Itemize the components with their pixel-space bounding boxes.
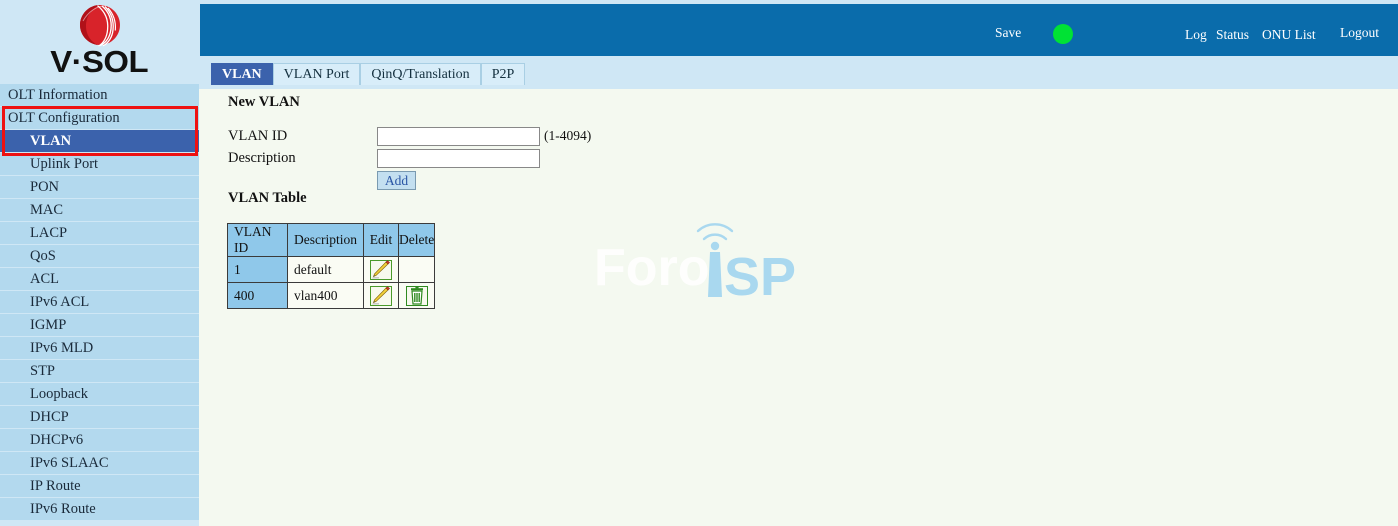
tab-bar: VLAN VLAN Port QinQ/Translation P2P <box>199 57 1398 89</box>
cell-vlan-id: 400 <box>227 282 288 309</box>
sidebar-item-label: Loopback <box>30 386 88 402</box>
svg-text:Foro: Foro <box>594 239 710 297</box>
pencil-edit-icon[interactable] <box>370 259 392 280</box>
cell-description: vlan400 <box>287 282 364 309</box>
sidebar-item-label: MAC <box>30 202 64 218</box>
sidebar-item-label: OLT Information <box>8 87 108 103</box>
cell-vlan-id: 1 <box>227 256 288 283</box>
sidebar-item-label: STP <box>30 363 55 379</box>
sidebar-item-olt-configuration[interactable]: OLT Configuration <box>0 107 199 129</box>
tab-label: P2P <box>491 67 515 82</box>
vlan-id-range-hint: (1-4094) <box>544 128 592 143</box>
tab-vlan-port[interactable]: VLAN Port <box>272 63 361 85</box>
description-label: Description <box>228 150 296 166</box>
tab-qinq-translation[interactable]: QinQ/Translation <box>360 63 481 85</box>
cell-edit-action[interactable] <box>363 282 399 309</box>
vlan-table: VLAN ID Description Edit Delete 1 default… <box>227 223 436 309</box>
tab-label: VLAN Port <box>283 67 350 82</box>
tab-label: QinQ/Translation <box>371 67 470 82</box>
sidebar-item-ipv6-slaac[interactable]: IPv6 SLAAC <box>0 452 199 474</box>
col-header-delete: Delete <box>397 223 436 257</box>
sidebar-item-lacp[interactable]: LACP <box>0 222 199 244</box>
vlan-id-label: VLAN ID <box>228 128 288 144</box>
sidebar-item-igmp[interactable]: IGMP <box>0 314 199 336</box>
brand-wordmark: V·SOL <box>50 44 149 79</box>
vsol-orb-icon <box>79 5 120 47</box>
header-bar: Save Log Status ONU List Logout <box>200 4 1398 56</box>
sidebar-item-label: QoS <box>30 248 56 264</box>
sidebar-item-uplink-port[interactable]: Uplink Port <box>0 153 199 175</box>
tab-vlan[interactable]: VLAN <box>211 63 273 85</box>
sidebar-item-dhcp[interactable]: DHCP <box>0 406 199 428</box>
svg-text:SP: SP <box>724 247 796 307</box>
sidebar-item-dhcpv6[interactable]: DHCPv6 <box>0 429 199 451</box>
description-input[interactable] <box>377 149 540 168</box>
sidebar-item-label: Uplink Port <box>30 156 99 172</box>
cell-edit-action[interactable] <box>363 256 399 283</box>
logout-link[interactable]: Logout <box>1340 25 1379 41</box>
sidebar-item-label: ACL <box>30 271 59 287</box>
brand-logo: V·SOL <box>0 0 199 84</box>
vlan-table-body: 1 default 400 vlan400 <box>227 256 436 309</box>
col-header-vlan-id: VLAN ID <box>227 223 288 257</box>
olt-web-ui: V·SOL OLT Information OLT Configuration VL… <box>0 0 1398 526</box>
vlan-table-head: VLAN ID Description Edit Delete <box>227 223 436 257</box>
main-content: Foro SP New VLAN VLAN ID (1-4094) Descri… <box>199 89 1398 526</box>
vlan-id-input[interactable] <box>377 127 540 146</box>
tab-label: VLAN <box>222 67 262 82</box>
sidebar-item-label: OLT Configuration <box>8 110 120 126</box>
log-link[interactable]: Log <box>1185 27 1207 43</box>
sidebar-item-mac[interactable]: MAC <box>0 199 199 221</box>
sidebar-item-ipv6-acl[interactable]: IPv6 ACL <box>0 291 199 313</box>
sidebar-item-pon[interactable]: PON <box>0 176 199 198</box>
sidebar-item-label: IPv6 MLD <box>30 340 94 356</box>
status-indicator-dot <box>1053 24 1073 44</box>
col-header-edit: Edit <box>363 223 399 257</box>
sidebar-item-acl[interactable]: ACL <box>0 268 199 290</box>
sidebar-item-ip-route[interactable]: IP Route <box>0 475 199 497</box>
pencil-edit-icon[interactable] <box>370 285 392 306</box>
table-row: 1 default <box>227 256 436 283</box>
new-vlan-heading: New VLAN <box>228 94 300 110</box>
col-header-description: Description <box>287 223 364 257</box>
sidebar-item-ipv6-route[interactable]: IPv6 Route <box>0 498 199 520</box>
sidebar-item-label: PON <box>30 179 60 195</box>
save-button[interactable]: Save <box>995 25 1021 41</box>
vlan-table-heading: VLAN Table <box>228 190 307 206</box>
sidebar-item-loopback[interactable]: Loopback <box>0 383 199 405</box>
sidebar-item-ipv6-mld[interactable]: IPv6 MLD <box>0 337 199 359</box>
sidebar-item-label: VLAN <box>30 133 72 149</box>
sidebar-item-label: IPv6 ACL <box>30 294 90 310</box>
sidebar-item-label: LACP <box>30 225 68 241</box>
cell-delete-action <box>397 256 436 283</box>
sidebar-item-olt-information[interactable]: OLT Information <box>0 84 199 106</box>
tab-p2p[interactable]: P2P <box>480 63 526 85</box>
sidebar-nav: OLT Information OLT Configuration VLAN Upli… <box>0 84 199 520</box>
sidebar-item-label: IGMP <box>30 317 67 333</box>
sidebar-item-label: IP Route <box>30 478 81 494</box>
table-header-row: VLAN ID Description Edit Delete <box>227 223 436 257</box>
onu-list-link[interactable]: ONU List <box>1262 27 1316 43</box>
cell-description: default <box>287 256 364 283</box>
sidebar: V·SOL OLT Information OLT Configuration VL… <box>0 0 199 526</box>
trash-delete-icon[interactable] <box>405 285 428 306</box>
foroisp-watermark: Foro SP <box>594 223 796 307</box>
cell-delete-action[interactable] <box>397 282 436 309</box>
table-row: 400 vlan400 <box>227 282 436 309</box>
sidebar-item-stp[interactable]: STP <box>0 360 199 382</box>
top-header: Save Log Status ONU List Logout <box>199 0 1398 57</box>
sidebar-item-label: IPv6 Route <box>30 501 96 517</box>
sidebar-item-qos[interactable]: QoS <box>0 245 199 267</box>
add-button[interactable]: Add <box>377 171 416 190</box>
sidebar-item-label: IPv6 SLAAC <box>30 455 109 471</box>
status-link[interactable]: Status <box>1216 27 1249 43</box>
sidebar-item-label: DHCP <box>30 409 69 425</box>
sidebar-item-vlan[interactable]: VLAN <box>0 130 199 152</box>
sidebar-item-label: DHCPv6 <box>30 432 84 448</box>
